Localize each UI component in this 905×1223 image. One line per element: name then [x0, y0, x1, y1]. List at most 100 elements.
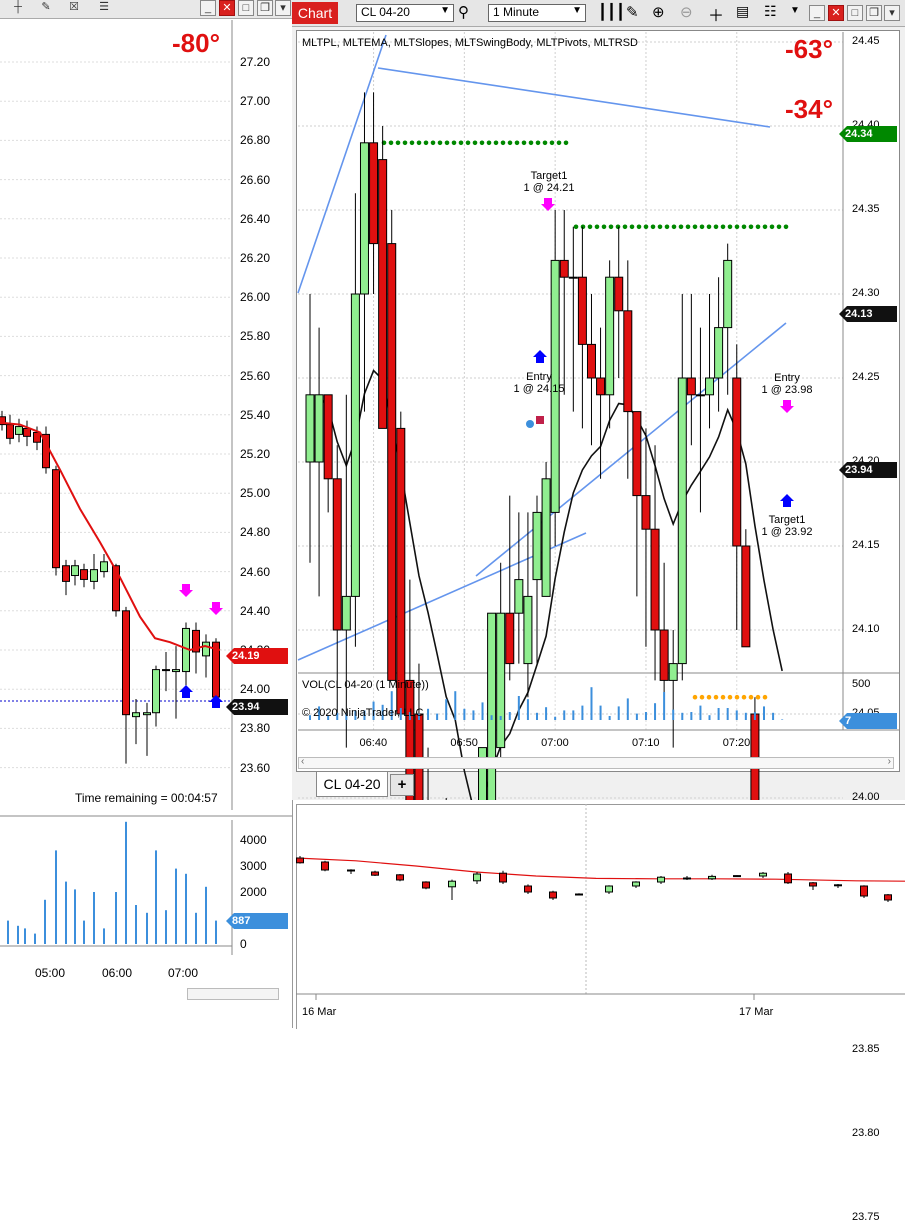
volume-bar	[590, 687, 593, 720]
instrument-tab-label: CL 04-20	[323, 776, 381, 792]
price-tick-label: 23.80	[852, 1127, 880, 1139]
candle-body	[514, 579, 524, 614]
pivot-dot	[783, 224, 789, 230]
pivot-dot	[762, 224, 768, 230]
pivot-dot	[514, 140, 520, 146]
bottom-candle-body	[549, 891, 557, 899]
pivot-dot	[507, 140, 513, 146]
bottom-ma-line	[296, 857, 905, 882]
bottom-candle-body	[708, 875, 716, 880]
pivot-dot	[706, 694, 712, 700]
sell-arrow-icon	[209, 602, 223, 615]
pivot-dot	[528, 140, 534, 146]
volume-bar	[490, 715, 493, 720]
price-tick-label: 23.75	[852, 1211, 880, 1223]
candle-body	[659, 629, 669, 681]
pivot-dot	[643, 224, 649, 230]
annotation-detail: 1 @ 24.15	[513, 383, 565, 395]
volume-last-tag: 7	[839, 713, 897, 729]
left-volume-bar	[135, 905, 137, 944]
bottom-candle-body	[605, 885, 613, 893]
left-volume-bar	[205, 886, 207, 944]
bottom-date-1: 16 Mar	[302, 1006, 337, 1018]
pivot-dot	[671, 224, 677, 230]
time-tick-label: 06:40	[359, 737, 388, 749]
add-tab-button[interactable]: +	[390, 774, 414, 796]
bottom-candle-body	[834, 884, 842, 887]
time-tick-label: 07:20	[722, 737, 751, 749]
candle-body	[478, 747, 488, 800]
main-scrollbar[interactable]: ‹ ›	[298, 756, 894, 769]
left-volume-bar	[65, 881, 67, 944]
pivot-dot	[699, 224, 705, 230]
candle-body	[559, 259, 569, 278]
left-time-tick: 07:00	[168, 966, 199, 980]
volume-axis-label: 500	[852, 678, 871, 690]
volume-bar	[708, 715, 711, 720]
pivot-dot	[486, 140, 492, 146]
pivot-dot	[664, 224, 670, 230]
pivot-dot	[402, 140, 408, 146]
left-time-tick: 05:00	[35, 966, 66, 980]
scroll-right-icon[interactable]: ›	[888, 756, 891, 767]
volume-bar	[717, 708, 720, 720]
pivot-dot	[451, 140, 457, 146]
pivot-dot	[388, 140, 394, 146]
volume-bar	[599, 705, 602, 720]
pivot-dot	[762, 694, 768, 700]
pivot-dot	[769, 224, 775, 230]
price-tick-label: 24.15	[852, 539, 880, 551]
pivot-dot	[615, 224, 621, 230]
bottom-candle-body	[784, 873, 792, 884]
annotation-title: Target1	[530, 170, 568, 182]
pivot-dot	[594, 224, 600, 230]
left-volume-bar	[155, 850, 157, 944]
bottom-candle-body	[884, 894, 892, 901]
candle-body	[332, 478, 342, 631]
sell-arrow-icon	[179, 584, 193, 597]
bottom-candle-body	[422, 881, 430, 889]
bottom-candle-body	[759, 872, 767, 877]
candle-body	[496, 612, 506, 749]
pivot-dot	[650, 224, 656, 230]
candle-body	[677, 377, 687, 665]
volume-bar	[617, 706, 620, 720]
candle-body	[369, 142, 379, 245]
pivot-dot	[479, 140, 485, 146]
price-tick-label: 24.00	[852, 791, 880, 803]
volume-bar	[481, 702, 484, 720]
candle-body	[505, 612, 515, 665]
volume-bar	[436, 713, 439, 720]
volume-bar	[744, 712, 747, 720]
left-time-tick: 06:00	[102, 966, 133, 980]
candle-body	[305, 394, 315, 463]
pivot-dot	[748, 224, 754, 230]
angle-top-label: -63°	[785, 34, 833, 64]
left-volume-bar	[115, 892, 117, 944]
scroll-left-icon[interactable]: ‹	[301, 756, 304, 767]
volume-bar	[626, 698, 629, 720]
volume-bar	[654, 703, 657, 720]
pivot-dot	[713, 224, 719, 230]
sell-arrow-icon	[780, 400, 794, 413]
volume-bar	[681, 712, 684, 720]
volume-bar	[445, 699, 448, 720]
volume-bar	[772, 712, 775, 720]
left-scrollbar[interactable]	[187, 988, 279, 1000]
volume-tick-label: 2000	[240, 885, 267, 899]
bottom-candle-body	[733, 875, 741, 878]
instrument-tab[interactable]: CL 04-20	[316, 772, 388, 797]
price-tick-label: 24.45	[852, 35, 880, 47]
pivot-dot	[776, 224, 782, 230]
pivot-dot	[608, 224, 614, 230]
price-tick-label: 24.30	[852, 287, 880, 299]
pivot-dot	[549, 140, 555, 146]
pivot-dot	[685, 224, 691, 230]
candle-body	[523, 595, 533, 665]
annotation-detail: 1 @ 23.92	[761, 526, 813, 538]
time-tick-label: 07:00	[541, 737, 569, 749]
bottom-chart-svg	[296, 804, 905, 1000]
main-time-axis: 06:40 06:50 07:00 07:10 07:20	[298, 737, 843, 753]
volume-tick-label: 0	[240, 937, 247, 951]
buy-arrow-icon	[780, 494, 794, 507]
